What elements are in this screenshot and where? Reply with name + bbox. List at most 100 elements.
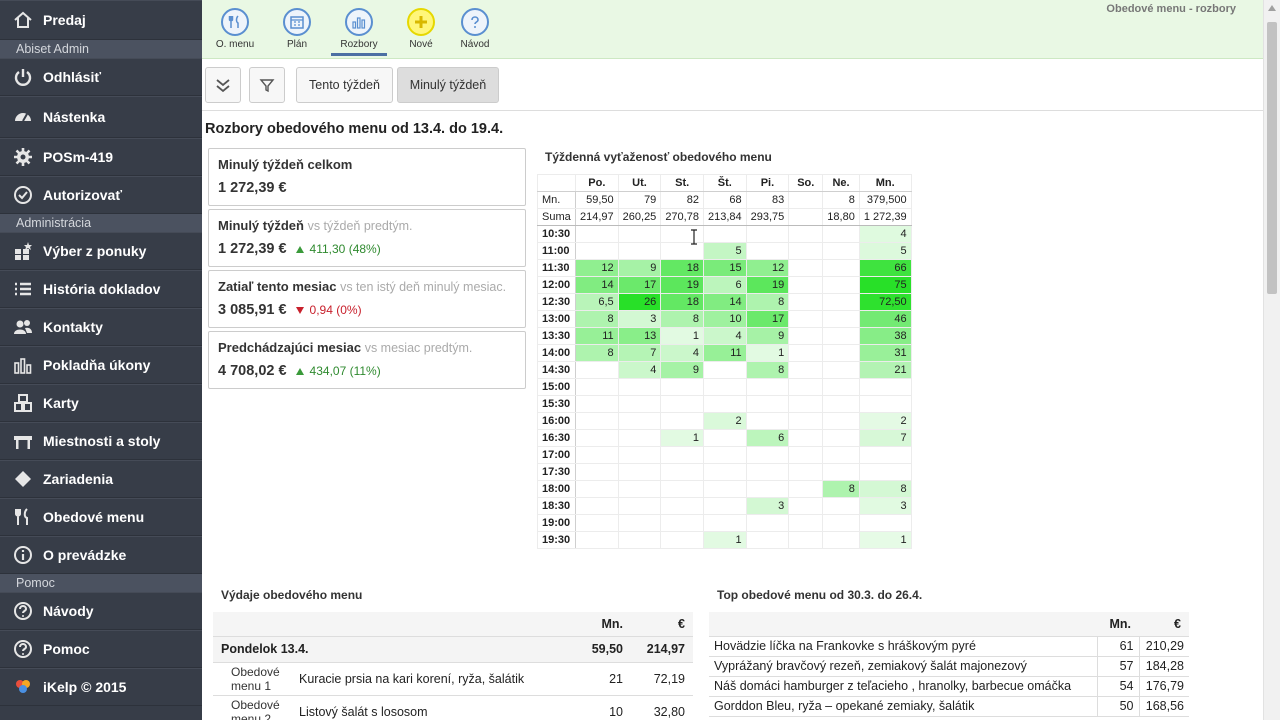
sidebar-item-odhlasit[interactable]: Odhlásiť <box>0 58 202 96</box>
heatmap-cell <box>617 514 662 532</box>
bar-chart-icon <box>12 354 34 376</box>
toolbar-button-nove[interactable]: Nové <box>393 6 449 56</box>
stat-card: Zatiaľ tento mesiac vs ten istý deň minu… <box>208 270 526 328</box>
heatmap-cell <box>822 429 860 447</box>
header-cell <box>709 612 1097 637</box>
heatmap-cell <box>788 310 824 328</box>
sidebar-item-predaj[interactable]: Predaj <box>0 0 202 40</box>
table-row[interactable]: Pondelok 13.4. 59,50 214,97 <box>213 636 693 663</box>
heatmap-cell <box>788 293 824 311</box>
sidebar-item-vyber[interactable]: Výber z ponuky <box>0 232 202 270</box>
heatmap-time-label: 16:30 <box>537 429 576 447</box>
heatmap-cell: 11 <box>702 344 747 362</box>
sidebar-item-label: História dokladov <box>43 281 161 297</box>
menu-eur: 72,19 <box>631 662 693 696</box>
heatmap-cell <box>617 446 662 464</box>
heatmap-cell <box>788 344 824 362</box>
table-row[interactable]: Obedové menu 2 Listový šalát s lososom 1… <box>213 695 693 720</box>
top-eur: 210,29 <box>1138 636 1189 657</box>
heatmap-cell: 14 <box>575 276 619 294</box>
heatmap-cell: 1 <box>660 327 704 345</box>
table-row[interactable]: Obedové menu 1 Kuracie prsia na kari kor… <box>213 662 693 696</box>
sidebar-item-miestnosti[interactable]: Miestnosti a stoly <box>0 422 202 460</box>
dashboard-icon <box>12 106 34 128</box>
tab-last-week[interactable]: Minulý týždeň <box>397 67 499 103</box>
heatmap-cell <box>745 395 790 413</box>
sidebar-item-karty[interactable]: Karty <box>0 384 202 422</box>
arrow-up-icon <box>295 245 304 253</box>
collapse-button[interactable] <box>205 67 241 103</box>
heatmap-cell <box>702 378 747 396</box>
table-row[interactable]: Vyprážaný bravčový rezeň, zemiakový šalá… <box>709 656 1189 677</box>
stat-compare: vs ten istý deň minulý mesiac. <box>340 280 507 294</box>
top-menus-title: Top obedové menu od 30.3. do 26.4. <box>717 588 923 602</box>
heatmap-cell <box>617 242 662 260</box>
sidebar-item-navody[interactable]: Návody <box>0 592 202 630</box>
heatmap-cell <box>575 514 619 532</box>
heatmap-time-label: 14:30 <box>537 361 576 379</box>
heatmap-cell <box>617 412 662 430</box>
heatmap-cell: 10 <box>702 310 747 328</box>
heatmap-cell <box>788 327 824 345</box>
heatmap-cell <box>702 514 747 532</box>
header-qty: Mn. <box>1097 612 1139 637</box>
heatmap-row-label: Mn. <box>537 191 576 209</box>
sidebar-item-ikelp[interactable]: iKelp © 2015 <box>0 668 202 706</box>
heatmap-day-header: Pi. <box>745 174 790 192</box>
heatmap-cell: 8 <box>575 344 619 362</box>
sidebar-item-autorizovat[interactable]: Autorizovať <box>0 176 202 214</box>
power-icon <box>12 66 34 88</box>
sidebar-item-pomoc[interactable]: Pomoc <box>0 630 202 668</box>
scrollbar-thumb[interactable] <box>1267 22 1277 294</box>
toolbar-button-plan[interactable]: Plán <box>269 6 325 56</box>
heatmap-cell: 26 <box>617 293 662 311</box>
sidebar: Predaj Abiset Admin Odhlásiť Nástenka PO… <box>0 0 202 720</box>
day-qty: 59,50 <box>581 636 631 663</box>
heatmap-cell <box>617 378 662 396</box>
heatmap-cell <box>788 225 824 243</box>
stat-compare: vs mesiac predtým. <box>364 341 473 355</box>
toolbar-button-rozbory[interactable]: Rozbory <box>331 6 387 56</box>
sidebar-item-obedove-menu[interactable]: Obedové menu <box>0 498 202 536</box>
heatmap-row: 13:30 11 13 1 4 9 38 <box>537 327 912 345</box>
heatmap-cell <box>788 429 824 447</box>
expenses-table: Mn. € Pondelok 13.4. 59,50 214,97 Obedov… <box>213 612 693 720</box>
toolbar-button-label: Návod <box>460 39 490 50</box>
tab-this-week[interactable]: Tento týždeň <box>296 67 393 103</box>
chart-icon <box>345 8 373 36</box>
users-icon <box>12 316 34 338</box>
heatmap-time-label: 18:30 <box>537 497 576 515</box>
sidebar-section-title: Pomoc <box>0 574 202 592</box>
sidebar-item-posm[interactable]: POSm-419 <box>0 138 202 176</box>
home-icon <box>12 9 34 31</box>
heatmap-day-header: Ne. <box>822 174 860 192</box>
header-qty: Mn. <box>581 612 631 637</box>
heatmap-time-label: 15:30 <box>537 395 576 413</box>
table-row[interactable]: Hovädzie líčka na Frankovke s hráškovým … <box>709 636 1189 657</box>
heatmap-cell: 4 <box>617 361 662 379</box>
sidebar-item-label: Predaj <box>43 12 86 28</box>
menu-qty: 10 <box>581 695 631 720</box>
heatmap-cell <box>575 446 619 464</box>
heatmap-summary-row: Suma 214,97 260,25 270,78 213,84 293,75 18,80 1… <box>537 208 912 226</box>
scrollbar[interactable] <box>1263 0 1280 720</box>
heatmap-time-label: 17:00 <box>537 446 576 464</box>
stat-value: 1 272,39 € <box>218 241 287 257</box>
toolbar-button-navod[interactable]: Návod <box>447 6 503 56</box>
sidebar-item-zariadenia[interactable]: Zariadenia <box>0 460 202 498</box>
sidebar-item-nastenka[interactable]: Nástenka <box>0 96 202 138</box>
table-row[interactable]: Náš domáci hamburger z teľacieho , hrano… <box>709 676 1189 697</box>
sidebar-item-o-prevadzke[interactable]: O prevádzke <box>0 536 202 574</box>
heatmap-cell: 2 <box>702 412 747 430</box>
filter-button[interactable] <box>249 67 285 103</box>
stat-card: Predchádzajúci mesiac vs mesiac predtým.… <box>208 331 526 389</box>
sidebar-item-pokladna[interactable]: Pokladňa úkony <box>0 346 202 384</box>
sidebar-item-label: Návody <box>43 603 94 619</box>
table-row[interactable]: Gorddon Bleu, ryža – opekané zemiaky, ša… <box>709 696 1189 717</box>
sidebar-item-historia[interactable]: História dokladov <box>0 270 202 308</box>
heatmap-row: 19:00 <box>537 514 912 532</box>
scroll-up-arrow-icon[interactable] <box>1268 5 1276 11</box>
sidebar-item-kontakty[interactable]: Kontakty <box>0 308 202 346</box>
toolbar-button-o-menu[interactable]: O. menu <box>207 6 263 56</box>
heatmap-cell: 8 <box>858 480 912 498</box>
